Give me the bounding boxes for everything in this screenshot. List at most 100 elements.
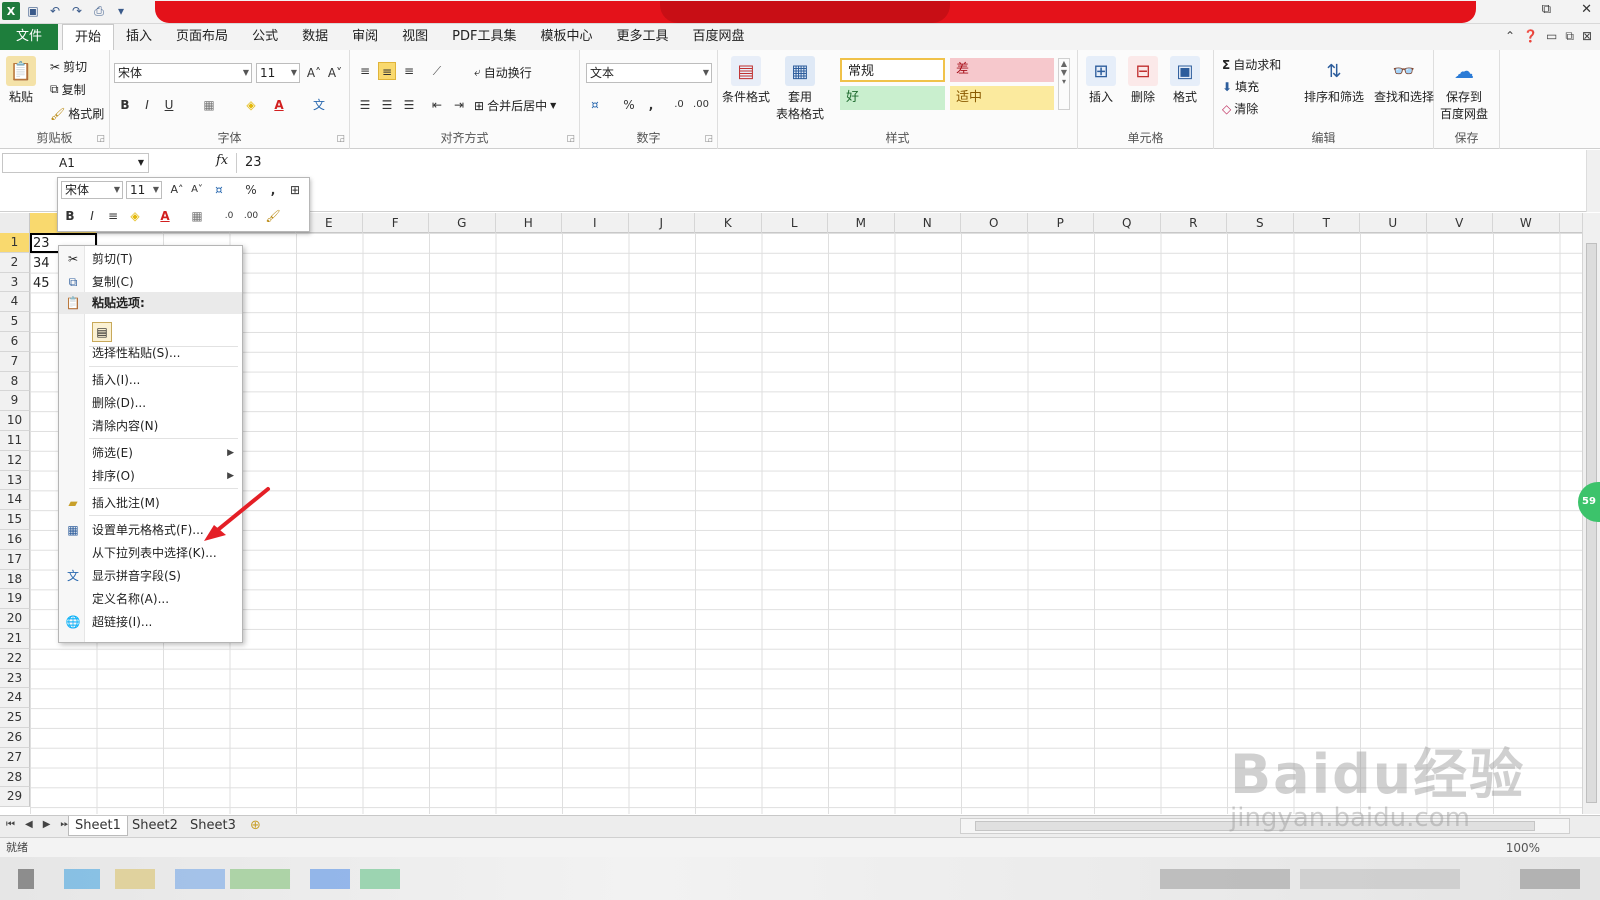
align-middle-icon[interactable]: ≡: [378, 62, 396, 80]
row-header-8[interactable]: 8: [0, 371, 30, 392]
column-header-g[interactable]: G: [429, 213, 496, 233]
column-header-t[interactable]: T: [1294, 213, 1360, 233]
column-header-h[interactable]: H: [496, 213, 562, 233]
restore-icon[interactable]: ⧉: [1542, 2, 1551, 17]
mini-format-icon[interactable]: ⊞: [286, 181, 304, 199]
style-normal[interactable]: 常规: [840, 58, 945, 82]
column-header-k[interactable]: K: [695, 213, 762, 233]
fill-button[interactable]: ⬇ 填充: [1222, 78, 1259, 95]
mini-font-combo[interactable]: 宋体 ▼: [61, 181, 123, 199]
cell-a3[interactable]: 45: [33, 276, 50, 291]
align-right-icon[interactable]: ☰: [400, 96, 418, 114]
taskbar-icon[interactable]: [175, 869, 225, 889]
underline-button[interactable]: U: [160, 96, 178, 114]
row-header-12[interactable]: 12: [0, 450, 30, 471]
conditional-format-button[interactable]: ▤ 条件格式: [722, 56, 770, 105]
number-format-combo[interactable]: 文本 ▼: [586, 63, 712, 83]
row-header-23[interactable]: 23: [0, 668, 30, 689]
menu-item-copy[interactable]: ⧉ 复制(C): [59, 271, 242, 293]
find-select-button[interactable]: 👓 查找和选择: [1374, 56, 1434, 105]
shrink-font-button[interactable]: A˅: [326, 64, 344, 82]
tab-home[interactable]: 开始: [62, 23, 115, 51]
prev-sheet-icon[interactable]: ◀: [25, 819, 33, 830]
orientation-icon[interactable]: ⟋: [428, 62, 446, 80]
row-header-9[interactable]: 9: [0, 391, 30, 412]
tab-baidu-netdisk[interactable]: 百度网盘: [680, 24, 756, 50]
font-name-combo[interactable]: 宋体 ▼: [114, 63, 252, 83]
row-header-15[interactable]: 15: [0, 510, 30, 530]
column-header-w[interactable]: W: [1493, 213, 1560, 233]
taskbar-icon[interactable]: [360, 869, 400, 889]
tab-review[interactable]: 审阅: [340, 24, 390, 50]
clear-button[interactable]: ◇ 清除: [1222, 100, 1258, 117]
style-good[interactable]: 好: [840, 86, 945, 110]
delete-cells-button[interactable]: ⊟ 删除: [1128, 56, 1158, 105]
name-box[interactable]: A1 ▼: [2, 153, 149, 173]
number-launcher-icon[interactable]: ◲: [704, 134, 713, 144]
row-header-10[interactable]: 10: [0, 411, 30, 431]
paste-clipboard-icon[interactable]: ▤: [92, 322, 112, 342]
redo-icon[interactable]: ↷: [68, 2, 86, 20]
column-header-i[interactable]: I: [562, 213, 629, 233]
row-header-5[interactable]: 5: [0, 312, 30, 332]
tab-insert[interactable]: 插入: [114, 24, 164, 50]
mini-center-icon[interactable]: ≡: [104, 207, 122, 225]
doc-restore-icon[interactable]: ⧉: [1565, 29, 1574, 44]
customize-qat-icon[interactable]: ▾: [112, 2, 130, 20]
formula-bar-scroll[interactable]: [1586, 150, 1600, 212]
row-header-11[interactable]: 11: [0, 431, 30, 451]
row-header-18[interactable]: 18: [0, 569, 30, 590]
mini-grow-font-icon[interactable]: A˄: [168, 181, 186, 199]
mini-bold-icon[interactable]: B: [61, 207, 79, 225]
tab-page-layout[interactable]: 页面布局: [164, 24, 240, 50]
align-center-icon[interactable]: ☰: [378, 96, 396, 114]
undo-icon[interactable]: ↶: [46, 2, 64, 20]
merge-center-button[interactable]: ⊞ 合并后居中 ▼: [474, 97, 556, 114]
tab-template-center[interactable]: 模板中心: [528, 24, 604, 50]
print-preview-icon[interactable]: ⎙: [90, 2, 108, 20]
autosum-button[interactable]: Σ 自动求和: [1222, 56, 1281, 73]
formula-input[interactable]: 23: [236, 153, 1586, 173]
menu-item-pick-list[interactable]: 从下拉列表中选择(K)...: [59, 542, 242, 564]
doc-minimize-icon[interactable]: ▭: [1546, 29, 1557, 44]
menu-item-sort[interactable]: 排序(O) ▶: [59, 465, 242, 487]
column-header-m[interactable]: M: [828, 213, 895, 233]
taskbar-icon[interactable]: [64, 869, 100, 889]
column-header-s[interactable]: S: [1227, 213, 1294, 233]
close-icon[interactable]: ✕: [1581, 2, 1592, 17]
align-top-icon[interactable]: ≡: [356, 62, 374, 80]
row-header-7[interactable]: 7: [0, 351, 30, 372]
column-header-n[interactable]: N: [895, 213, 961, 233]
font-size-combo[interactable]: 11 ▼: [256, 63, 300, 83]
menu-item-cut[interactable]: ✂ 剪切(T): [59, 248, 242, 270]
row-header-27[interactable]: 27: [0, 747, 30, 768]
row-header-17[interactable]: 17: [0, 549, 30, 570]
row-header-25[interactable]: 25: [0, 708, 30, 728]
tab-file[interactable]: 文件: [0, 24, 59, 50]
select-all-corner[interactable]: [0, 213, 30, 233]
tab-data[interactable]: 数据: [290, 24, 340, 50]
align-bottom-icon[interactable]: ≡: [400, 62, 418, 80]
style-bad[interactable]: 差: [950, 58, 1054, 82]
row-header-22[interactable]: 22: [0, 648, 30, 669]
copy-button[interactable]: ⧉ 复制: [50, 81, 86, 98]
tab-pdf-tools[interactable]: PDF工具集: [440, 24, 528, 50]
currency-icon[interactable]: ¤: [586, 96, 604, 114]
comma-button[interactable]: ,: [642, 96, 660, 114]
row-header-13[interactable]: 13: [0, 470, 30, 491]
bold-button[interactable]: B: [116, 96, 134, 114]
alignment-launcher-icon[interactable]: ◲: [566, 134, 575, 144]
mini-increase-decimal-icon[interactable]: .0: [220, 207, 238, 225]
mini-decrease-decimal-icon[interactable]: .00: [242, 207, 260, 225]
column-header-f[interactable]: F: [363, 213, 429, 233]
italic-button[interactable]: I: [138, 96, 156, 114]
fill-color-icon[interactable]: ◈: [242, 96, 260, 114]
menu-item-filter[interactable]: 筛选(E) ▶: [59, 442, 242, 464]
style-neutral[interactable]: 适中: [950, 86, 1054, 110]
taskbar-icon[interactable]: [18, 869, 34, 889]
mini-shrink-font-icon[interactable]: A˅: [188, 181, 206, 199]
mini-fill-color-icon[interactable]: ◈: [126, 207, 144, 225]
menu-item-insert[interactable]: 插入(I)...: [59, 369, 242, 391]
menu-item-hyperlink[interactable]: 🌐 超链接(I)...: [59, 611, 242, 633]
row-header-2[interactable]: 2: [0, 252, 30, 273]
